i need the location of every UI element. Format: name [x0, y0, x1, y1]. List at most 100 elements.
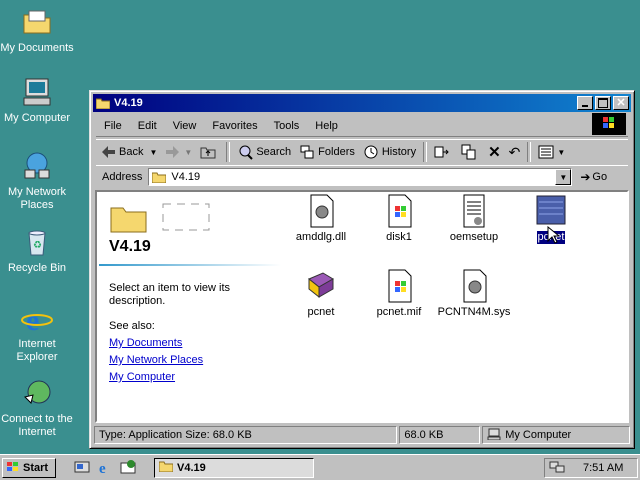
- move-to-button[interactable]: [430, 141, 457, 163]
- desktop-icon-label: My Network Places: [7, 186, 67, 211]
- minimize-button[interactable]: [577, 96, 593, 110]
- forward-button[interactable]: ▼: [161, 141, 196, 163]
- desktop-icon-my-documents[interactable]: My Documents: [0, 6, 74, 55]
- status-zone: My Computer: [482, 426, 630, 444]
- file-item[interactable]: pcnet.mif: [359, 269, 439, 319]
- clock[interactable]: 7:51 AM: [583, 462, 623, 474]
- address-bar: Address V4.19 ▼ ➔ Go: [96, 165, 628, 188]
- folder-icon: [158, 461, 174, 475]
- menu-edit[interactable]: Edit: [130, 120, 165, 132]
- desktop-icon-internet-explorer[interactable]: e Internet Explorer: [0, 302, 74, 364]
- back-label: Back: [119, 146, 144, 158]
- file-item[interactable]: oemsetup: [434, 194, 514, 244]
- status-info: Type: Application Size: 68.0 KB: [94, 426, 398, 444]
- network-connection-icon[interactable]: [549, 460, 565, 477]
- file-name: PCNTN4M.sys: [437, 306, 511, 318]
- move-to-icon: [434, 144, 450, 160]
- address-value: V4.19: [171, 171, 201, 183]
- up-folder-button[interactable]: [196, 141, 223, 163]
- start-label: Start: [23, 462, 49, 474]
- file-item[interactable]: amddlg.dll: [281, 194, 361, 244]
- recycle-bin-icon: ♻: [21, 226, 53, 258]
- go-button[interactable]: ➔ Go: [580, 170, 607, 184]
- chevron-down-icon: ▼: [559, 172, 568, 182]
- outlook-express-icon[interactable]: [120, 459, 136, 475]
- menu-bar: File Edit View Favorites Tools Help: [96, 116, 628, 137]
- svg-text:♻: ♻: [33, 240, 42, 251]
- sys-gear-icon: [458, 269, 490, 303]
- undo-icon: ↶: [508, 143, 521, 160]
- desktop-icon-connect-internet[interactable]: Connect to the Internet: [0, 377, 74, 439]
- copy-to-button[interactable]: [457, 141, 484, 163]
- svg-text:e: e: [26, 304, 39, 334]
- status-bar: Type: Application Size: 68.0 KB 68.0 KB …: [94, 426, 630, 444]
- address-dropdown-button[interactable]: ▼: [555, 169, 572, 185]
- menu-tools[interactable]: Tools: [266, 120, 308, 132]
- system-tray: 7:51 AM: [544, 458, 638, 478]
- menu-view[interactable]: View: [165, 120, 205, 132]
- link-my-documents[interactable]: My Documents: [109, 337, 182, 349]
- delete-x-icon: ✕: [488, 144, 501, 161]
- taskbar-button-v4-19[interactable]: V4.19: [154, 458, 314, 478]
- divider: [99, 264, 281, 266]
- address-input[interactable]: V4.19 ▼: [148, 168, 573, 186]
- file-name: pcnet: [307, 306, 335, 318]
- internet-explorer-icon[interactable]: e: [97, 459, 113, 477]
- windows-file-icon: [383, 194, 415, 228]
- back-button[interactable]: Back ▼: [96, 141, 161, 163]
- status-size: 68.0 KB: [399, 426, 481, 444]
- desktop-icon-label: My Computer: [3, 112, 71, 124]
- undo-button[interactable]: ↶: [505, 141, 525, 163]
- file-item[interactable]: disk1: [359, 194, 439, 244]
- file-item[interactable]: PCNTN4M.sys: [434, 269, 514, 319]
- link-my-network-places[interactable]: My Network Places: [109, 354, 203, 366]
- close-button[interactable]: ✕: [613, 96, 629, 110]
- back-arrow-icon: [100, 144, 116, 160]
- chevron-down-icon[interactable]: ▼: [184, 148, 192, 157]
- large-folder-icon: [103, 198, 213, 237]
- folder-icon: [95, 98, 111, 109]
- folder-view[interactable]: V4.19 Select an item to view its descrip…: [95, 190, 629, 423]
- close-icon: ✕: [616, 97, 626, 109]
- application-icon: [535, 194, 567, 228]
- delete-button[interactable]: ✕: [484, 141, 505, 163]
- menu-file[interactable]: File: [96, 120, 130, 132]
- show-desktop-icon[interactable]: [74, 459, 90, 475]
- desktop-icon-my-network-places[interactable]: My Network Places: [0, 150, 74, 212]
- taskbar: Start e V4.19 7:51 AM: [0, 454, 640, 480]
- windows-logo-icon: [592, 113, 626, 135]
- start-button[interactable]: Start: [2, 458, 56, 478]
- file-item[interactable]: pcnet: [281, 269, 361, 319]
- web-view-panel: V4.19 Select an item to view its descrip…: [97, 192, 283, 421]
- menu-favorites[interactable]: Favorites: [204, 120, 265, 132]
- maximize-button[interactable]: [595, 96, 611, 110]
- history-button[interactable]: History: [359, 141, 420, 163]
- address-label: Address: [102, 171, 143, 183]
- menu-help[interactable]: Help: [307, 120, 346, 132]
- explorer-window[interactable]: V4.19 ✕ File Edit View Favorites Tools H…: [89, 90, 635, 449]
- file-name: amddlg.dll: [295, 231, 347, 243]
- connect-internet-icon: [21, 377, 53, 409]
- views-button[interactable]: ▼: [534, 141, 569, 163]
- folders-button[interactable]: Folders: [295, 141, 359, 163]
- title-bar[interactable]: V4.19 ✕: [93, 94, 631, 112]
- windows-file-icon: [383, 269, 415, 303]
- desktop-icon-my-computer[interactable]: My Computer: [0, 76, 74, 125]
- history-label: History: [381, 146, 417, 158]
- desktop-icon-recycle-bin[interactable]: ♻ Recycle Bin: [0, 226, 74, 275]
- file-name: oemsetup: [449, 231, 499, 243]
- help-book-icon: [305, 269, 337, 303]
- chevron-down-icon[interactable]: ▼: [557, 148, 565, 157]
- svg-text:e: e: [99, 461, 106, 475]
- search-button[interactable]: Search: [233, 141, 295, 163]
- description-text: Select an item to view its description.: [109, 282, 231, 307]
- views-icon: [538, 144, 554, 160]
- folders-icon: [299, 144, 315, 160]
- folder-documents-icon: [21, 6, 53, 38]
- search-label: Search: [256, 146, 292, 158]
- desktop-icon-label: Internet Explorer: [16, 338, 58, 363]
- link-my-computer[interactable]: My Computer: [109, 371, 175, 383]
- chevron-down-icon[interactable]: ▼: [149, 148, 157, 157]
- computer-icon: [21, 76, 53, 108]
- folder-icon: [151, 172, 167, 183]
